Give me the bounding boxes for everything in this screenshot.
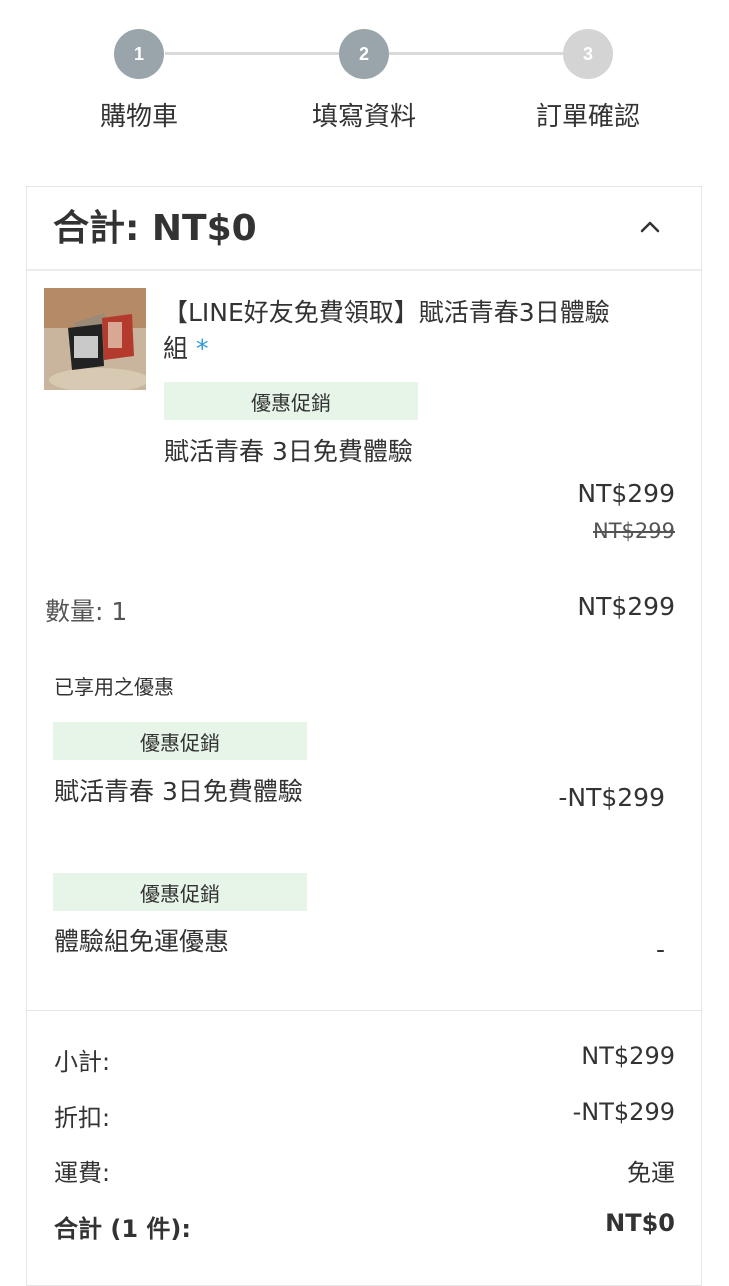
subtotal-label: 小計: xyxy=(54,1048,111,1076)
step-connector xyxy=(389,52,563,55)
collapse-chevron-up-icon[interactable] xyxy=(633,209,667,243)
product-name[interactable]: 【LINE好友免費領取】賦活青春3日體驗組 * xyxy=(163,295,633,367)
required-mark: * xyxy=(195,334,209,363)
discount-value: -NT$299 xyxy=(572,1098,675,1126)
step-1-label: 購物車 xyxy=(99,102,178,132)
product-name-text: 【LINE好友免費領取】賦活青春3日體驗組 xyxy=(163,298,610,363)
product-thumbnail xyxy=(44,288,149,392)
order-total-title: 合計: NT$0 xyxy=(53,208,257,249)
product-promo-badge: 優惠促銷 xyxy=(164,382,418,420)
shipping-value: 免運 xyxy=(627,1159,675,1187)
product-original-price: NT$299 xyxy=(593,519,675,543)
product-price: NT$299 xyxy=(577,479,675,508)
grand-total-value: NT$0 xyxy=(605,1209,675,1237)
product-promo-name: 賦活青春 3日免費體驗 xyxy=(164,437,413,466)
step-connector xyxy=(165,52,339,55)
step-3-label: 訂單確認 xyxy=(535,102,640,132)
discount-2-name: 體驗組免運優惠 xyxy=(54,927,230,956)
step-1-circle: 1 xyxy=(114,29,164,79)
discount-1-badge: 優惠促銷 xyxy=(53,722,307,760)
totals-divider xyxy=(27,1010,701,1011)
step-2-label: 填寫資料 xyxy=(311,102,416,132)
grand-total-label: 合計 (1 件): xyxy=(54,1215,191,1243)
step-3-circle: 3 xyxy=(563,29,613,79)
shipping-label: 運費: xyxy=(54,1159,111,1187)
order-summary-header[interactable]: 合計: NT$0 xyxy=(27,187,701,271)
discount-1-amount: -NT$299 xyxy=(558,783,665,812)
discount-label: 折扣: xyxy=(54,1104,111,1132)
line-total: NT$299 xyxy=(577,592,675,621)
checkout-progress-steps: 1 2 3 購物車 填寫資料 訂單確認 xyxy=(0,0,729,160)
applied-discounts-heading: 已享用之優惠 xyxy=(54,675,174,699)
step-2-circle: 2 xyxy=(339,29,389,79)
discount-2-amount: - xyxy=(655,935,665,964)
order-summary-card: 合計: NT$0 【LINE好友免費領取】賦活青春3日體驗組 * 優惠促銷 賦活… xyxy=(26,186,702,1286)
quantity-label: 數量: 1 xyxy=(45,597,128,626)
subtotal-value: NT$299 xyxy=(581,1042,675,1070)
discount-2-badge: 優惠促銷 xyxy=(53,873,307,911)
discount-1-name: 賦活青春 3日免費體驗 xyxy=(54,777,303,806)
